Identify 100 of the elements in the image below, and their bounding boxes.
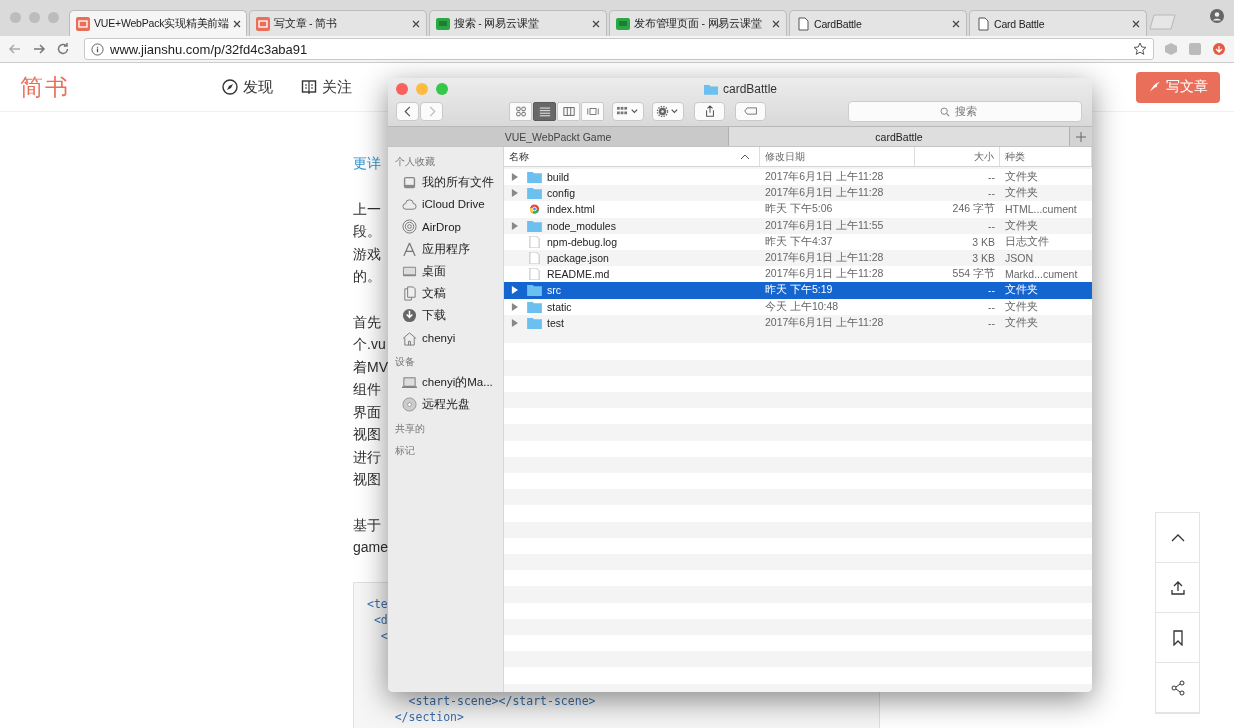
sidebar-item[interactable]: chenyi [388, 327, 503, 350]
file-name: README.md [547, 268, 610, 281]
favicon-icon [256, 16, 270, 31]
grid-dropdown-icon [616, 105, 640, 117]
sidebar-item[interactable]: 文稿 [388, 282, 503, 305]
forward-icon[interactable] [32, 42, 46, 56]
article-text: 个.vu [353, 335, 386, 354]
close-button[interactable] [396, 83, 408, 95]
close-icon[interactable] [233, 19, 242, 28]
tag-button[interactable] [735, 101, 766, 121]
file-name: config [547, 187, 576, 200]
kind-text: 文件夹 [1005, 170, 1038, 185]
airdrop-icon [402, 219, 417, 235]
code-line: <d [372, 612, 388, 627]
gallery-view-button[interactable] [581, 101, 604, 121]
zoom-button[interactable] [436, 83, 448, 95]
article-link[interactable]: 更详 [353, 152, 381, 175]
kind-text: 文件夹 [1005, 218, 1038, 233]
browser-tab[interactable]: CardBattle [789, 10, 967, 36]
column-header[interactable]: 名称 [504, 147, 760, 166]
kind-text: JSON [1005, 252, 1033, 265]
article-text: 游戏 [353, 244, 381, 264]
sidebar-item[interactable]: chenyi的Ma... [388, 371, 503, 394]
finder-tab[interactable]: VUE_WebPackt Game [388, 127, 729, 146]
date-text: 2017年6月1日 上午11:28 [765, 267, 884, 282]
close-icon[interactable] [952, 19, 960, 28]
file-name: npm-debug.log [547, 235, 618, 248]
file-name: build [547, 171, 570, 184]
file-name: package.json [547, 252, 609, 265]
page-icon [976, 16, 990, 31]
new-tab-button[interactable] [1070, 127, 1092, 146]
cloud-icon [402, 196, 417, 212]
file-name: src [547, 284, 561, 297]
star-icon[interactable] [1133, 42, 1147, 56]
documents-icon [402, 286, 417, 302]
sidebar-item[interactable]: 我的所有文件 [388, 171, 503, 194]
back-icon[interactable] [8, 42, 22, 56]
column-header[interactable]: 大小 [915, 147, 1000, 166]
search-field[interactable]: 搜索 [848, 100, 1082, 122]
file-row[interactable]: build 2017年6月1日 上午11:28 -- 文件夹 [504, 169, 1092, 186]
size-text: -- [988, 316, 995, 329]
close-icon[interactable] [772, 19, 780, 28]
close-icon[interactable] [412, 19, 420, 28]
disclosure-triangle-icon[interactable] [511, 221, 518, 230]
back-button[interactable] [396, 101, 419, 121]
browser-tab[interactable]: VUE+WebPack实现精美前端 [69, 10, 247, 36]
share-icon [1169, 679, 1186, 696]
size-text: 3 KB [972, 252, 995, 265]
article-text: 界面 [353, 402, 381, 422]
sidebar-item[interactable]: 下载 [388, 304, 503, 328]
browser-tab[interactable]: 搜索 - 网易云课堂 [429, 10, 607, 36]
grid-icon [514, 105, 527, 117]
file-name: node_modules [547, 219, 616, 232]
article-text: 组件 [353, 380, 381, 399]
folder-icon [704, 83, 718, 95]
download-icon [402, 308, 417, 324]
date-text: 2017年6月1日 上午11:28 [765, 186, 884, 201]
browser-tab[interactable]: Card Battle [969, 10, 1147, 36]
file-row[interactable]: config 2017年6月1日 上午11:28 -- 文件夹 [504, 185, 1092, 202]
sidebar-heading: 共享的 [394, 421, 426, 436]
size-text: -- [988, 171, 995, 184]
close-icon[interactable] [592, 19, 600, 28]
favicon-icon [76, 16, 90, 31]
article-text: 上一 [353, 199, 381, 219]
list-view-button[interactable] [533, 101, 556, 121]
favicon-icon [616, 16, 630, 31]
sidebar-item[interactable]: 应用程序 [388, 237, 503, 261]
nav-link[interactable]: 关注 [301, 77, 352, 97]
home-icon [402, 330, 417, 346]
action-button[interactable] [652, 101, 684, 121]
code-line: <te [367, 596, 388, 611]
kind-text: 文件夹 [1005, 283, 1038, 298]
sidebar-item[interactable]: AirDrop [388, 215, 503, 238]
nav-link[interactable]: 发现 [222, 77, 273, 97]
sidebar-item[interactable]: iCloud Drive [388, 193, 503, 216]
tag-icon [743, 105, 758, 117]
profile-icon[interactable] [1210, 9, 1224, 23]
kind-text: 文件夹 [1005, 315, 1038, 330]
browser-tab[interactable]: 发布管理页面 - 网易云课堂 [609, 10, 787, 36]
plus-icon [1076, 131, 1086, 142]
size-text: -- [988, 219, 995, 232]
share-button[interactable] [694, 101, 725, 121]
browser-tab[interactable]: 写文章 - 简书 [249, 10, 427, 36]
close-icon[interactable] [1132, 19, 1140, 28]
column-header[interactable]: 种类 [1000, 147, 1092, 166]
favicon-icon [436, 16, 450, 31]
sidebar-item[interactable]: 桌面 [388, 260, 503, 283]
reload-icon[interactable] [56, 42, 70, 56]
arrange-button[interactable] [612, 101, 644, 121]
sort-icon [740, 153, 750, 160]
finder-tab[interactable]: cardBattle [729, 127, 1070, 146]
address-bar[interactable]: www.jianshu.com/p/32fd4c3aba91 [84, 38, 1154, 60]
kind-text: 文件夹 [1005, 299, 1038, 314]
column-view-button[interactable] [557, 101, 580, 121]
icon-view-button[interactable] [509, 101, 532, 121]
file-row[interactable]: src 昨天 下午5:19 -- 文件夹 [504, 282, 1092, 299]
extension-icon[interactable] [1212, 42, 1226, 56]
sidebar-item[interactable]: 远程光盘 [388, 393, 503, 416]
quill-icon [1148, 81, 1161, 93]
column-header[interactable]: 修改日期 [760, 147, 915, 166]
